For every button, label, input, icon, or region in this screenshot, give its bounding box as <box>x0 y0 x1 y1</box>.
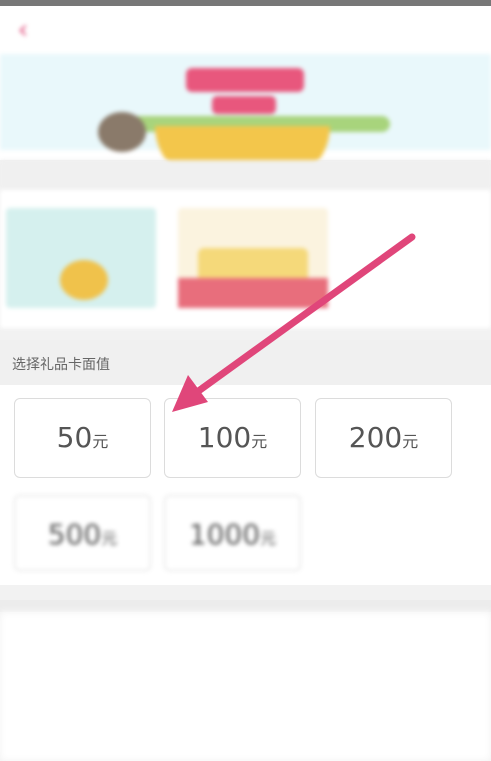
banner-subtitle <box>212 96 276 114</box>
denomination-500-button[interactable]: 500元 <box>14 495 151 571</box>
denomination-amount: 100 <box>197 421 252 454</box>
header: ‹ <box>0 0 491 184</box>
denomination-amount: 1000 <box>188 518 261 551</box>
denomination-unit: 元 <box>251 432 268 451</box>
card-design-section-label <box>0 160 491 190</box>
denomination-amount: 500 <box>47 518 102 551</box>
info-row <box>20 710 120 726</box>
card-illustration <box>60 260 108 300</box>
banner-image[interactable] <box>0 54 491 184</box>
denomination-100-button[interactable]: 100元 <box>164 398 301 478</box>
denomination-200-button[interactable]: 200元 <box>315 398 452 478</box>
denomination-amount: 200 <box>348 421 403 454</box>
denomination-unit: 元 <box>402 432 419 451</box>
denomination-unit: 元 <box>92 432 109 451</box>
banner-title <box>186 68 304 92</box>
info-section <box>0 612 491 761</box>
denomination-1000-button[interactable]: 1000元 <box>164 495 301 571</box>
section-divider <box>0 600 491 612</box>
denomination-grid: 50元 100元 200元 500元 1000元 <box>0 385 491 585</box>
card-design-list <box>0 190 491 328</box>
card-design-option[interactable] <box>6 208 156 308</box>
denomination-unit: 元 <box>260 529 277 548</box>
card-design-option[interactable] <box>178 208 328 308</box>
denomination-amount: 50 <box>56 421 93 454</box>
status-bar <box>0 0 491 6</box>
banner-character <box>98 112 146 152</box>
card-stripe <box>178 278 328 308</box>
back-arrow-icon[interactable]: ‹ <box>10 15 36 45</box>
denomination-section-label: 选择礼品卡面值 <box>0 340 491 385</box>
denomination-50-button[interactable]: 50元 <box>14 398 151 478</box>
info-row <box>20 644 120 660</box>
denomination-label: 选择礼品卡面值 <box>12 357 110 373</box>
denomination-unit: 元 <box>101 529 118 548</box>
